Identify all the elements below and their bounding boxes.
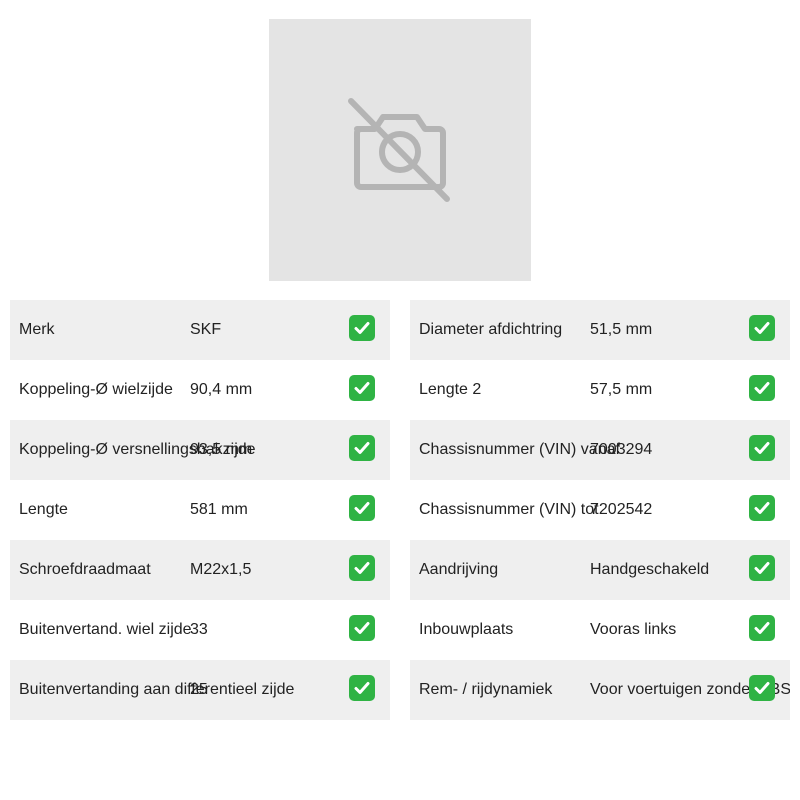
check-icon bbox=[749, 615, 775, 641]
spec-label: Rem- / rijdynamiek bbox=[419, 681, 553, 698]
spec-row: Lengte 581 mm bbox=[10, 480, 390, 540]
spec-value: M22x1,5 bbox=[190, 561, 252, 578]
spec-label: Lengte 2 bbox=[419, 381, 482, 398]
spec-label: Inbouwplaats bbox=[419, 621, 514, 638]
spec-value: 25 bbox=[190, 681, 208, 698]
spec-label: Koppeling-Ø wielzijde bbox=[19, 381, 173, 398]
spec-label: Aandrijving bbox=[419, 561, 499, 578]
spec-label: Merk bbox=[19, 321, 55, 338]
check-icon bbox=[349, 495, 375, 521]
spec-row: Inbouwplaats Vooras links bbox=[410, 600, 790, 660]
spec-value: 51,5 mm bbox=[590, 321, 653, 338]
spec-value: 581 mm bbox=[190, 501, 248, 518]
spec-row: Chassisnummer (VIN) tot 7202542 bbox=[410, 480, 790, 540]
spec-label: Lengte bbox=[19, 501, 68, 518]
check-icon bbox=[749, 495, 775, 521]
check-icon bbox=[749, 375, 775, 401]
spec-table-right: Diameter afdichtring 51,5 mm Lengte 2 57… bbox=[410, 300, 790, 720]
spec-label: Buitenvertand. wiel zijde bbox=[19, 621, 192, 638]
camera-off-icon bbox=[348, 98, 450, 202]
check-icon bbox=[349, 435, 375, 461]
check-icon bbox=[749, 435, 775, 461]
spec-value: SKF bbox=[190, 321, 222, 338]
spec-row: Koppeling-Ø wielzijde 90,4 mm bbox=[10, 360, 390, 420]
check-icon bbox=[349, 615, 375, 641]
check-icon bbox=[749, 555, 775, 581]
spec-row: Schroefdraadmaat M22x1,5 bbox=[10, 540, 390, 600]
spec-table-left: Merk SKF Koppeling-Ø wielzijde 90,4 mm K… bbox=[10, 300, 390, 720]
spec-row: Chassisnummer (VIN) vanaf 7003294 bbox=[410, 420, 790, 480]
spec-label: Diameter afdichtring bbox=[419, 321, 563, 338]
spec-row: Buitenvertanding aan differentieel zijde… bbox=[10, 660, 390, 720]
spec-value: 33 bbox=[190, 621, 208, 638]
spec-row: Lengte 2 57,5 mm bbox=[410, 360, 790, 420]
spec-row: Aandrijving Handgeschakeld bbox=[410, 540, 790, 600]
spec-value: 93,5 mm bbox=[190, 441, 253, 458]
spec-value: Handgeschakeld bbox=[590, 561, 710, 578]
spec-row: Buitenvertand. wiel zijde 33 bbox=[10, 600, 390, 660]
spec-label: Buitenvertanding aan differentieel zijde bbox=[19, 681, 295, 698]
check-icon bbox=[349, 375, 375, 401]
spec-value: 90,4 mm bbox=[190, 381, 253, 398]
spec-row: Koppeling-Ø versnellingsbakzijde 93,5 mm bbox=[10, 420, 390, 480]
spec-label: Chassisnummer (VIN) tot bbox=[419, 501, 599, 518]
check-icon bbox=[349, 315, 375, 341]
spec-value: Vooras links bbox=[590, 621, 677, 638]
spec-row: Merk SKF bbox=[10, 300, 390, 360]
spec-value: 57,5 mm bbox=[590, 381, 653, 398]
spec-value: 7003294 bbox=[590, 441, 653, 458]
product-image-placeholder bbox=[269, 19, 531, 281]
check-icon bbox=[349, 675, 375, 701]
spec-label: Chassisnummer (VIN) vanaf bbox=[419, 441, 620, 458]
spec-row: Rem- / rijdynamiek Voor voertuigen zonde… bbox=[410, 660, 790, 720]
check-icon bbox=[749, 675, 775, 701]
check-icon bbox=[749, 315, 775, 341]
spec-row: Diameter afdichtring 51,5 mm bbox=[410, 300, 790, 360]
spec-value: 7202542 bbox=[590, 501, 653, 518]
spec-label: Schroefdraadmaat bbox=[19, 561, 151, 578]
spec-value: Voor voertuigen zonder ABS bbox=[590, 681, 790, 698]
check-icon bbox=[349, 555, 375, 581]
